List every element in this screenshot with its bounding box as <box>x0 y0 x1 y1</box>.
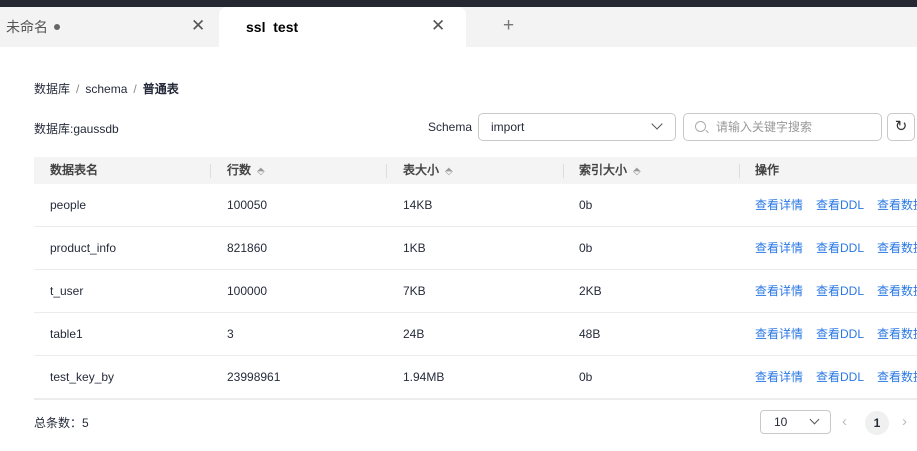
search-placeholder: 请输入关键字搜索 <box>716 120 813 134</box>
cell-size: 1.94MB <box>403 370 445 384</box>
tab-ssl-test[interactable]: ssl test <box>219 7 466 47</box>
cell-rows: 3 <box>227 327 234 341</box>
action-link-1[interactable]: 查看DDL <box>816 284 864 298</box>
action-link-2[interactable]: 查看数据 <box>877 198 917 212</box>
cell-rows: 821860 <box>227 241 268 255</box>
page-size-select[interactable]: 10 <box>760 410 831 434</box>
chevron-down-icon <box>809 414 820 425</box>
row-actions: 查看详情查看DDL 查看数据 <box>755 184 917 227</box>
action-link-0[interactable]: 查看详情 <box>755 198 803 212</box>
sort-icon: ⬘ <box>257 166 265 177</box>
table-row: table1 3 24B 48B 查看详情查看DDL 查看数据 <box>34 313 917 356</box>
action-link-0[interactable]: 查看详情 <box>755 284 803 298</box>
action-link-0[interactable]: 查看详情 <box>755 370 803 384</box>
action-link-1[interactable]: 查看DDL <box>816 327 864 341</box>
row-actions: 查看详情查看DDL 查看数据 <box>755 270 917 313</box>
row-actions: 查看详情查看DDL 查看数据 <box>755 356 917 399</box>
sort-icon: ⬘ <box>445 166 453 177</box>
schema-value: import <box>491 120 525 134</box>
schema-label: Schema <box>428 120 473 134</box>
row-actions: 查看详情查看DDL 查看数据 <box>755 313 917 356</box>
breadcrumb-item[interactable]: 数据库 <box>34 82 70 96</box>
add-tab-icon[interactable]: + <box>503 15 514 37</box>
cell-rows: 23998961 <box>227 370 281 384</box>
action-link-2[interactable]: 查看数据 <box>877 370 917 384</box>
table-row: t_user 100000 7KB 2KB 查看详情查看DDL 查看数据 <box>34 270 917 313</box>
next-page-icon[interactable]: › <box>902 413 907 430</box>
cell-size: 24B <box>403 327 425 341</box>
cell-name: table1 <box>50 327 83 341</box>
column-header-index[interactable]: 索引大小 ⬘ <box>579 157 641 185</box>
action-link-1[interactable]: 查看DDL <box>816 241 864 255</box>
table-row: product_info 821860 1KB 0b 查看详情查看DDL 查看数据 <box>34 227 917 270</box>
action-link-0[interactable]: 查看详情 <box>755 327 803 341</box>
prev-page-icon[interactable]: ‹ <box>842 413 847 430</box>
column-header-size[interactable]: 表大小 ⬘ <box>403 157 453 185</box>
cell-index: 0b <box>579 370 593 384</box>
cell-name: t_user <box>50 284 84 298</box>
page-1-button[interactable]: 1 <box>865 411 889 435</box>
action-link-2[interactable]: 查看数据 <box>877 327 917 341</box>
database-label: 数据库:gaussdb <box>34 122 119 136</box>
cell-name: product_info <box>50 241 117 255</box>
page-size-value: 10 <box>774 415 788 429</box>
tab-label: ssl test <box>246 19 299 35</box>
refresh-button[interactable]: ↻ <box>887 113 915 141</box>
window-top-bar <box>0 0 917 7</box>
total-count: 总条数：5 <box>34 416 89 430</box>
table-header: 数据表名 行数 ⬘ 表大小 ⬘ 索引大小 ⬘ 操作 <box>34 157 917 184</box>
action-link-2[interactable]: 查看数据 <box>877 241 917 255</box>
search-icon <box>695 121 706 132</box>
cell-size: 1KB <box>403 241 426 255</box>
cell-rows: 100050 <box>227 198 268 212</box>
tab-untitled[interactable]: 未命名 <box>0 7 219 47</box>
close-icon[interactable]: ✕ <box>431 16 445 36</box>
column-header-actions: 操作 <box>755 163 780 177</box>
breadcrumb-current: 普通表 <box>142 82 179 96</box>
tab-label: 未命名 <box>6 19 48 35</box>
column-header-rows[interactable]: 行数 ⬘ <box>227 157 265 185</box>
action-link-1[interactable]: 查看DDL <box>816 370 864 384</box>
table-row: people 100050 14KB 0b 查看详情查看DDL 查看数据 <box>34 184 917 227</box>
cell-name: people <box>50 198 87 212</box>
cell-size: 7KB <box>403 284 426 298</box>
modified-dot-icon <box>54 24 60 30</box>
refresh-icon: ↻ <box>894 118 908 135</box>
cell-index: 0b <box>579 198 593 212</box>
breadcrumb-item[interactable]: schema <box>85 82 127 96</box>
cell-rows: 100000 <box>227 284 268 298</box>
action-link-1[interactable]: 查看DDL <box>816 198 864 212</box>
table-row: test_key_by 23998961 1.94MB 0b 查看详情查看DDL 查看数据 <box>34 356 917 399</box>
column-header-name: 数据表名 <box>50 163 99 177</box>
tab-bar: 未命名 ✕ ssl test ✕ + <box>0 7 917 47</box>
action-link-2[interactable]: 查看数据 <box>877 284 917 298</box>
action-link-0[interactable]: 查看详情 <box>755 241 803 255</box>
cell-index: 2KB <box>579 284 602 298</box>
cell-name: test_key_by <box>50 370 115 384</box>
row-actions: 查看详情查看DDL 查看数据 <box>755 227 917 270</box>
cell-size: 14KB <box>403 198 433 212</box>
chevron-down-icon <box>651 118 663 130</box>
schema-select[interactable]: import <box>478 113 676 141</box>
sort-icon: ⬘ <box>633 166 641 177</box>
close-icon[interactable]: ✕ <box>191 16 205 36</box>
cell-index: 48B <box>579 327 601 341</box>
breadcrumb: 数据库 / schema / 普通表 <box>34 82 179 96</box>
cell-index: 0b <box>579 241 593 255</box>
search-input[interactable]: 请输入关键字搜索 <box>683 113 882 141</box>
